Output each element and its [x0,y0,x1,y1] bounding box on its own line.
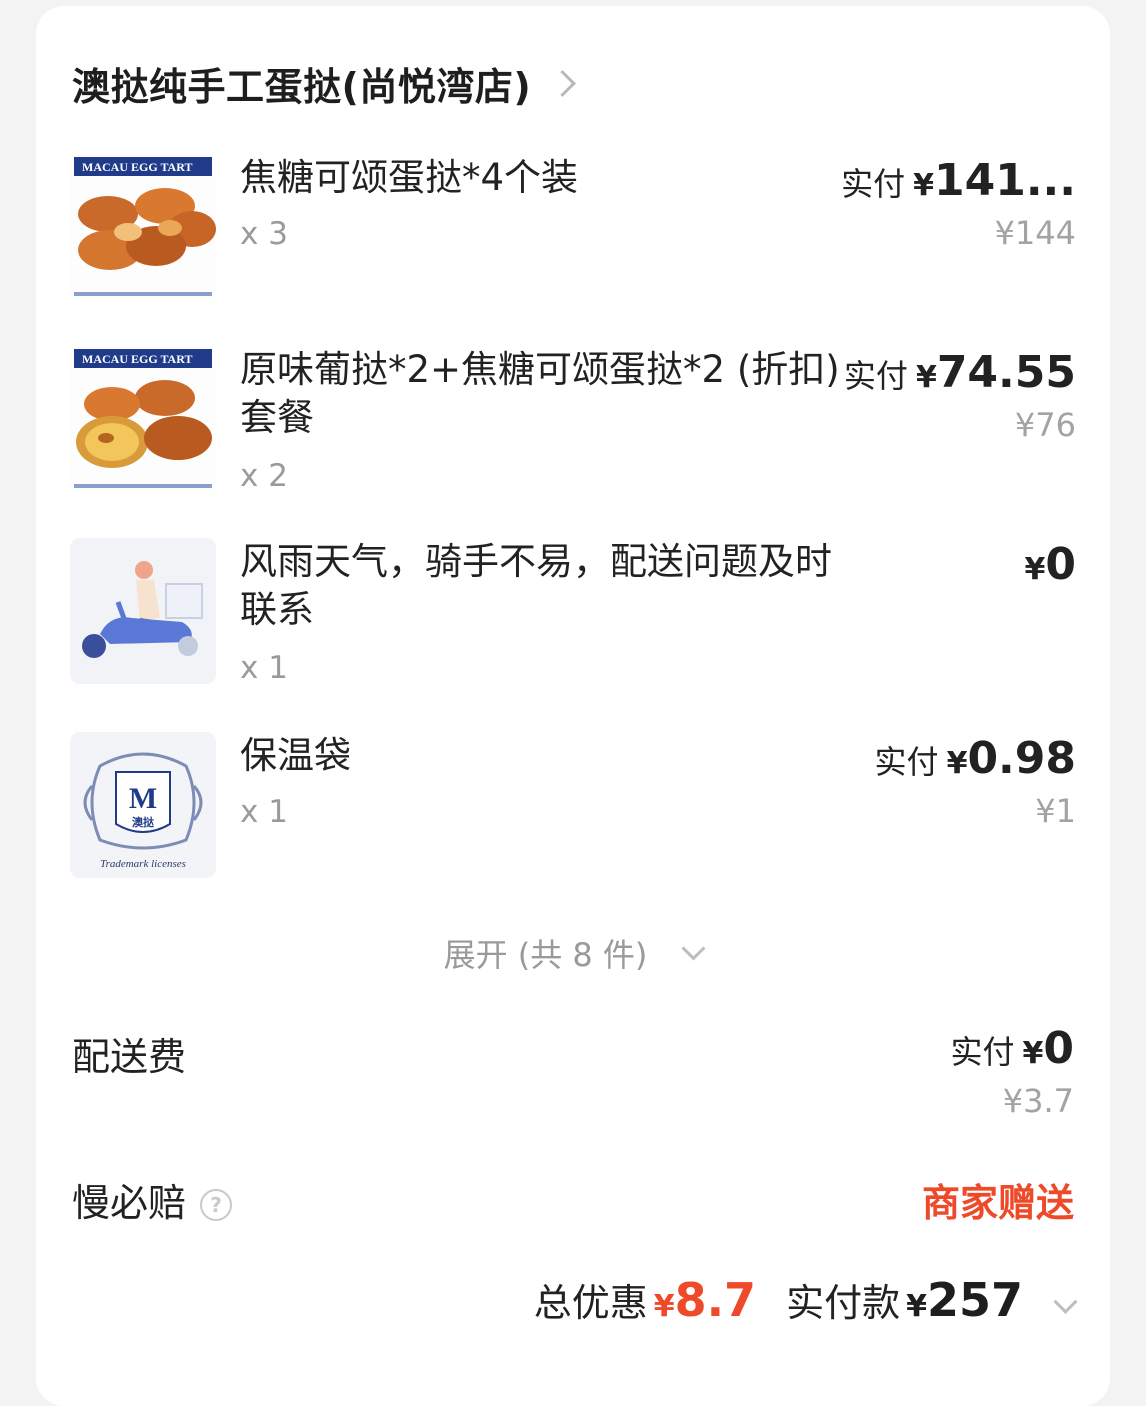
item-name: 保温袋 [240,734,351,777]
item-quantity: x 3 [240,216,288,252]
price-block: 实付 ¥74.55 ¥76 [844,346,1076,445]
original-price: ¥1 [1035,792,1076,830]
total-amount: 257 [926,1273,1023,1327]
thumb-caption: Trademark licenses [100,858,186,870]
late-compensation-label: 慢必赔 [72,1181,187,1225]
order-item[interactable]: MACAU EGG TART 原味葡挞*2+焦糖可颂蛋挞*2 (折扣) 套餐 x… [70,346,1076,496]
paid-amount: 74.55 [936,347,1076,398]
price-block: 实付 ¥141... ¥144 [841,154,1076,253]
chevron-down-icon [681,935,706,961]
thumb-brand-text: MACAU EGG TART [82,160,192,174]
expand-items-button[interactable]: 展开 (共 8 件) [36,930,1110,976]
thumb-brand-text: MACAU EGG TART [82,352,192,366]
help-icon[interactable]: ? [200,1189,233,1221]
price-block: ¥0 [1017,538,1077,597]
paid-amount: 141... [934,155,1076,206]
shop-header[interactable]: 澳挞纯手工蛋挞(尚悦湾店) [72,56,577,111]
original-price: ¥144 [994,214,1076,252]
order-item[interactable]: MACAU EGG TART 焦糖可颂蛋挞*4个装 x 3 实付 ¥141... … [70,154,1076,304]
product-thumbnail[interactable]: M 澳挞 Trademark licenses [70,732,216,878]
item-quantity: x 1 [240,794,288,830]
delivery-fee-price: 实付 ¥0 ¥3.7 [950,1022,1074,1121]
discount-currency: ¥ [653,1289,675,1324]
chevron-right-icon[interactable] [549,70,577,97]
order-item[interactable]: 风雨天气，骑手不易，配送问题及时联系 x 1 ¥0 [70,538,1076,688]
price-block: 实付 ¥0.98 ¥1 [875,732,1076,831]
paid-label: 实付 [874,743,939,781]
scooter-rider-icon [70,538,216,684]
product-thumbnail[interactable]: MACAU EGG TART [70,154,216,300]
product-thumbnail[interactable]: MACAU EGG TART [70,346,216,492]
discount-amount: 8.7 [674,1273,757,1327]
currency: ¥ [915,360,937,395]
order-card: 澳挞纯手工蛋挞(尚悦湾店) MACAU EGG TART 焦糖可颂蛋挞*4个装 … [36,6,1110,1406]
paid-amount: 0.98 [967,733,1076,784]
delivery-fee-label: 配送费 [72,1035,187,1079]
currency: ¥ [1022,1036,1044,1071]
item-name: 风雨天气，骑手不易，配送问题及时联系 [240,540,832,631]
merchant-gift-label: 商家赠送 [921,1181,1074,1225]
chevron-down-icon[interactable] [1053,1289,1078,1314]
original-price: ¥76 [1014,406,1076,444]
paid-label: 实付 [841,165,906,203]
total-currency: ¥ [906,1289,927,1324]
shop-name[interactable]: 澳挞纯手工蛋挞(尚悦湾店) [72,56,531,111]
thumb-logo-sub: 澳挞 [132,815,155,829]
expand-label: 展开 (共 8 件) [443,936,648,974]
order-summary[interactable]: 总优惠 ¥ 8.7 实付款 ¥ 257 [533,1272,1078,1327]
currency: ¥ [1024,552,1046,587]
currency: ¥ [946,746,968,781]
paid-label: 实付 [843,357,908,395]
late-compensation-row: 慢必赔? [72,1172,233,1227]
paid-label: 实付 [950,1033,1015,1071]
rider-thumbnail[interactable] [70,538,216,684]
item-quantity: x 2 [240,458,288,494]
order-item[interactable]: M 澳挞 Trademark licenses 保温袋 x 1 实付 ¥0.98 … [70,732,1076,882]
original-price: ¥3.7 [1002,1082,1074,1120]
paid-amount: 0 [1043,1023,1074,1074]
item-quantity: x 1 [240,650,288,686]
thumb-logo-letter: M [129,782,157,815]
currency: ¥ [913,168,934,203]
paid-amount: 0 [1045,539,1076,590]
item-name: 原味葡挞*2+焦糖可颂蛋挞*2 (折扣) 套餐 [240,348,840,439]
item-name: 焦糖可颂蛋挞*4个装 [240,156,579,199]
discount-label: 总优惠 [533,1281,648,1325]
total-label: 实付款 [786,1281,901,1325]
